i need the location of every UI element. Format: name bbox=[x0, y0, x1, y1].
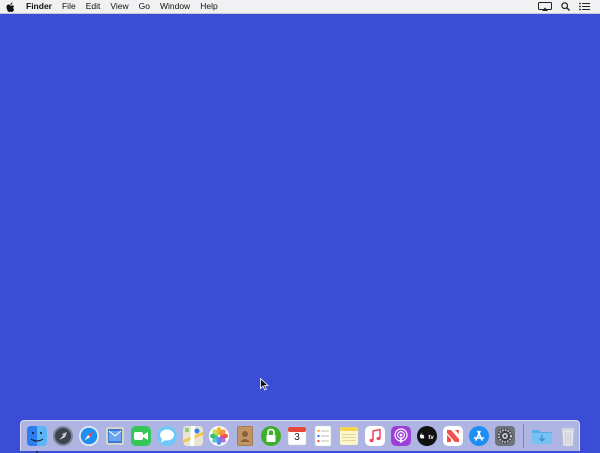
apple-tv-icon: tv bbox=[416, 425, 438, 447]
dock-item-finder[interactable] bbox=[26, 425, 48, 447]
dock-item-podcasts[interactable] bbox=[390, 425, 412, 447]
dock-item-tv[interactable]: tv bbox=[416, 425, 438, 447]
system-preferences-icon bbox=[494, 425, 516, 447]
status-area bbox=[538, 2, 600, 11]
lock-icon bbox=[260, 425, 282, 447]
dock: 3 bbox=[20, 420, 580, 451]
app-store-icon bbox=[468, 425, 490, 447]
dock-item-launchpad[interactable] bbox=[52, 425, 74, 447]
spotlight-search-icon[interactable] bbox=[561, 2, 570, 11]
svg-text:tv: tv bbox=[428, 435, 434, 441]
dock-item-contacts[interactable] bbox=[234, 425, 256, 447]
dock-item-app-store[interactable] bbox=[468, 425, 490, 447]
menu-view[interactable]: View bbox=[105, 0, 133, 13]
dock-item-calendar[interactable]: 3 bbox=[286, 425, 308, 447]
safari-icon bbox=[78, 425, 100, 447]
notes-icon bbox=[338, 425, 360, 447]
finder-icon bbox=[26, 425, 48, 447]
contacts-icon bbox=[234, 425, 256, 447]
mouse-pointer-icon bbox=[260, 378, 269, 396]
reminders-icon bbox=[312, 425, 334, 447]
notification-center-icon[interactable] bbox=[579, 2, 590, 11]
menu-bar: Finder File Edit View Go Window Help bbox=[0, 0, 600, 14]
news-icon bbox=[442, 425, 464, 447]
dock-item-music[interactable] bbox=[364, 425, 386, 447]
apple-icon[interactable] bbox=[0, 1, 20, 13]
dock-item-safari[interactable] bbox=[78, 425, 100, 447]
mail-icon bbox=[104, 425, 126, 447]
maps-icon bbox=[182, 425, 204, 447]
dock-item-keychain[interactable] bbox=[260, 425, 282, 447]
dock-item-facetime[interactable] bbox=[130, 425, 152, 447]
facetime-icon bbox=[130, 425, 152, 447]
menu-file[interactable]: File bbox=[57, 0, 81, 13]
podcasts-icon bbox=[390, 425, 412, 447]
launchpad-icon bbox=[52, 425, 74, 447]
music-icon bbox=[364, 425, 386, 447]
menu-window[interactable]: Window bbox=[155, 0, 195, 13]
downloads-folder-icon bbox=[531, 425, 553, 447]
dock-item-mail[interactable] bbox=[104, 425, 126, 447]
menu-help[interactable]: Help bbox=[195, 0, 222, 13]
messages-icon bbox=[156, 425, 178, 447]
dock-item-maps[interactable] bbox=[182, 425, 204, 447]
dock-item-messages[interactable] bbox=[156, 425, 178, 447]
dock-item-trash[interactable] bbox=[557, 425, 579, 447]
calendar-day-number: 3 bbox=[286, 432, 308, 443]
dock-item-downloads[interactable] bbox=[531, 425, 553, 447]
dock-item-system-preferences[interactable] bbox=[494, 425, 516, 447]
app-menu-finder[interactable]: Finder bbox=[20, 0, 57, 13]
dock-item-photos[interactable] bbox=[208, 425, 230, 447]
dock-item-notes[interactable] bbox=[338, 425, 360, 447]
menu-go[interactable]: Go bbox=[134, 0, 155, 13]
dock-item-news[interactable] bbox=[442, 425, 464, 447]
dock-separator bbox=[523, 424, 524, 448]
desktop[interactable] bbox=[0, 14, 600, 451]
display-mirroring-icon[interactable] bbox=[538, 2, 552, 11]
dock-item-reminders[interactable] bbox=[312, 425, 334, 447]
photos-icon bbox=[208, 425, 230, 447]
menu-edit[interactable]: Edit bbox=[81, 0, 106, 13]
trash-icon bbox=[557, 425, 579, 447]
